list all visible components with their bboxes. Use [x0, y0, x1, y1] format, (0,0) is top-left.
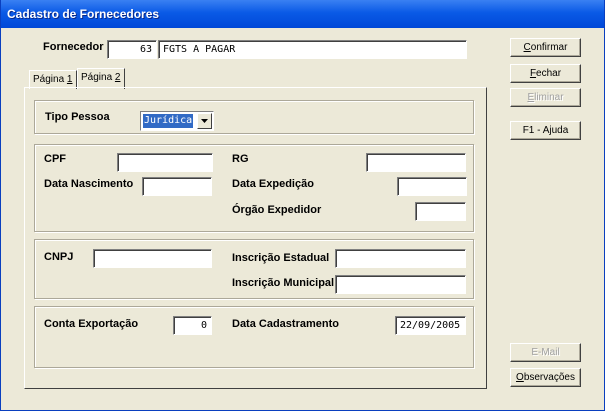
tipo-pessoa-value: Jurídica [141, 113, 195, 129]
inscricao-estadual-field[interactable] [335, 249, 466, 268]
rg-label: RG [232, 153, 249, 165]
dropdown-arrow-button[interactable] [197, 113, 212, 129]
data-nascimento-field[interactable] [142, 177, 212, 196]
chevron-down-icon [201, 119, 208, 123]
eliminar-label: liminar [534, 92, 564, 103]
rg-field[interactable] [366, 153, 466, 172]
data-expedicao-label: Data Expedição [232, 178, 314, 190]
inscricao-municipal-field[interactable] [335, 275, 466, 294]
fornecedor-name-field[interactable]: FGTS A PAGAR [158, 40, 467, 59]
tipo-pessoa-select[interactable]: Jurídica [140, 111, 214, 131]
data-expedicao-field[interactable] [397, 177, 467, 196]
ajuda-button[interactable]: F1 - Ajuda [510, 121, 581, 140]
cnpj-label: CNPJ [44, 251, 74, 263]
tab-pagina-2-label: Página 2 [81, 72, 121, 83]
data-cadastramento-field[interactable]: 22/09/2005 [395, 316, 466, 335]
title-bar[interactable]: Cadastro de Fornecedores [1, 0, 604, 28]
orgao-expedidor-field[interactable] [415, 202, 466, 221]
cpf-field[interactable] [117, 153, 213, 172]
window-title: Cadastro de Fornecedores [7, 7, 160, 21]
email-button[interactable]: E-Mail [510, 343, 581, 362]
window: Cadastro de Fornecedores Fornecedor 63 F… [0, 0, 605, 411]
conta-exportacao-label: Conta Exportação [44, 318, 139, 330]
tab-pagina-1-label: Página 1 [33, 74, 73, 85]
inscricao-estadual-label: Inscrição Estadual [232, 252, 330, 264]
fornecedor-label: Fornecedor [43, 41, 104, 53]
observacoes-label: bservações [523, 372, 575, 383]
confirmar-mnemonic: C [523, 42, 531, 53]
confirmar-label: onfirmar [530, 42, 568, 53]
fechar-button[interactable]: Fechar [510, 64, 581, 83]
tipo-pessoa-label: Tipo Pessoa [45, 111, 110, 123]
fornecedor-code-field[interactable]: 63 [107, 40, 157, 59]
fechar-label: echar [536, 68, 562, 79]
eliminar-button[interactable]: Eliminar [510, 88, 581, 107]
tab-pagina-2[interactable]: Página 2 [77, 68, 125, 89]
cpf-label: CPF [44, 153, 66, 165]
observacoes-button[interactable]: Observações [510, 368, 581, 387]
inscricao-municipal-label: Inscrição Municipal [232, 277, 335, 289]
conta-exportacao-field[interactable]: 0 [173, 316, 212, 335]
observacoes-mnemonic: O [516, 372, 524, 383]
orgao-expedidor-label: Órgão Expedidor [232, 204, 322, 216]
cnpj-field[interactable] [93, 249, 212, 268]
data-cadastramento-label: Data Cadastramento [232, 318, 339, 330]
confirmar-button[interactable]: Confirmar [510, 38, 581, 57]
data-nascimento-label: Data Nascimento [44, 178, 134, 190]
